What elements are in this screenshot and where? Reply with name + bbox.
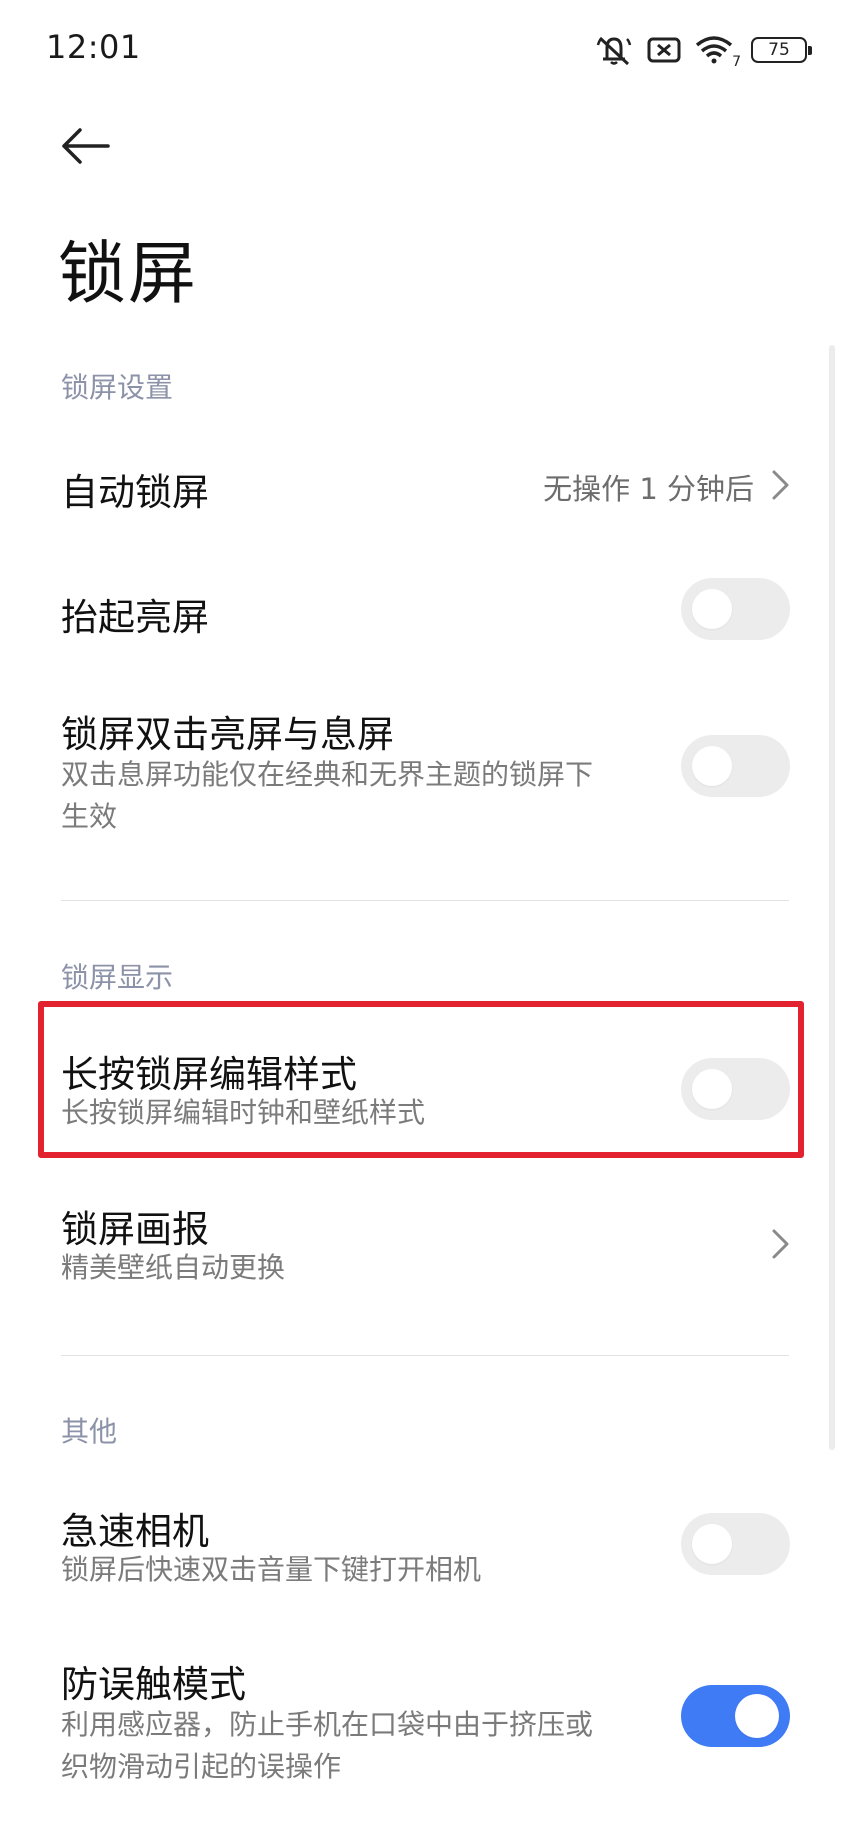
wifi-indicator: 7: [695, 34, 741, 70]
wallpaper-carousel-row[interactable]: 锁屏画报 精美壁纸自动更换: [0, 1185, 847, 1295]
double-tap-toggle[interactable]: [681, 735, 790, 797]
pocket-mode-subtitle: 利用感应器，防止手机在口袋中由于挤压或 织物滑动引起的误操作: [61, 1704, 661, 1788]
chevron-right-icon: [772, 1229, 789, 1259]
divider: [61, 900, 789, 901]
section-header-lock-display: 锁屏显示: [61, 961, 174, 994]
pocket-mode-title: 防误触模式: [61, 1663, 246, 1706]
auto-lock-row[interactable]: 自动锁屏 无操作 1 分钟后: [0, 440, 847, 530]
wifi-badge: 7: [732, 54, 741, 70]
quick-camera-row[interactable]: 急速相机 锁屏后快速双击音量下键打开相机: [0, 1487, 847, 1597]
divider: [61, 1355, 789, 1356]
section-header-lock-settings: 锁屏设置: [61, 371, 174, 404]
long-press-edit-subtitle: 长按锁屏编辑时钟和壁纸样式: [61, 1096, 426, 1129]
double-tap-subtitle-line1: 双击息屏功能仅在经典和无界主题的锁屏下: [61, 758, 594, 791]
wifi-icon: [695, 36, 733, 64]
status-icons: 7 75: [595, 30, 812, 70]
status-bar: 12:01 7 75: [0, 0, 847, 100]
toggle-knob: [692, 589, 732, 629]
quick-camera-subtitle: 锁屏后快速双击音量下键打开相机: [61, 1553, 482, 1586]
wallpaper-carousel-subtitle: 精美壁纸自动更换: [61, 1251, 286, 1284]
toggle-knob: [735, 1694, 779, 1738]
double-tap-subtitle: 双击息屏功能仅在经典和无界主题的锁屏下 生效: [61, 754, 661, 838]
double-tap-subtitle-line2: 生效: [61, 800, 118, 833]
sim-x-icon: [647, 37, 681, 63]
double-tap-row[interactable]: 锁屏双击亮屏与息屏 双击息屏功能仅在经典和无界主题的锁屏下 生效: [0, 690, 847, 840]
wallpaper-carousel-title: 锁屏画报: [61, 1208, 209, 1251]
raise-to-wake-title: 抬起亮屏: [61, 596, 209, 639]
quick-camera-title: 急速相机: [61, 1510, 209, 1553]
back-button[interactable]: [56, 116, 116, 176]
long-press-edit-row[interactable]: 长按锁屏编辑样式 长按锁屏编辑时钟和壁纸样式: [0, 1030, 847, 1140]
toggle-knob: [692, 1524, 732, 1564]
long-press-edit-toggle[interactable]: [681, 1058, 790, 1120]
auto-lock-title: 自动锁屏: [61, 471, 209, 514]
mute-bell-icon: [596, 36, 632, 66]
section-header-other: 其他: [61, 1415, 118, 1448]
pocket-mode-subtitle-line1: 利用感应器，防止手机在口袋中由于挤压或: [61, 1708, 594, 1741]
chevron-right-icon: [772, 470, 789, 500]
pocket-mode-subtitle-line2: 织物滑动引起的误操作: [61, 1750, 342, 1783]
quick-camera-toggle[interactable]: [681, 1513, 790, 1575]
arrow-left-icon: [62, 128, 110, 164]
toggle-knob: [692, 746, 732, 786]
battery-icon: 75: [751, 37, 812, 63]
toggle-knob: [692, 1069, 732, 1109]
status-time: 12:01: [46, 28, 141, 66]
pocket-mode-toggle[interactable]: [681, 1685, 790, 1747]
page-title: 锁屏: [58, 235, 199, 314]
battery-level: 75: [768, 40, 790, 60]
auto-lock-value: 无操作 1 分钟后: [543, 472, 754, 506]
lock-screen-settings-page: 12:01 7 75 锁屏 锁屏设置 自动锁屏 无操作 1 分钟后 抬起亮屏 锁…: [0, 0, 847, 1832]
long-press-edit-title: 长按锁屏编辑样式: [61, 1053, 357, 1096]
double-tap-title: 锁屏双击亮屏与息屏: [61, 713, 394, 756]
pocket-mode-row[interactable]: 防误触模式 利用感应器，防止手机在口袋中由于挤压或 织物滑动引起的误操作: [0, 1640, 847, 1790]
raise-to-wake-toggle[interactable]: [681, 578, 790, 640]
raise-to-wake-row[interactable]: 抬起亮屏: [0, 565, 847, 655]
